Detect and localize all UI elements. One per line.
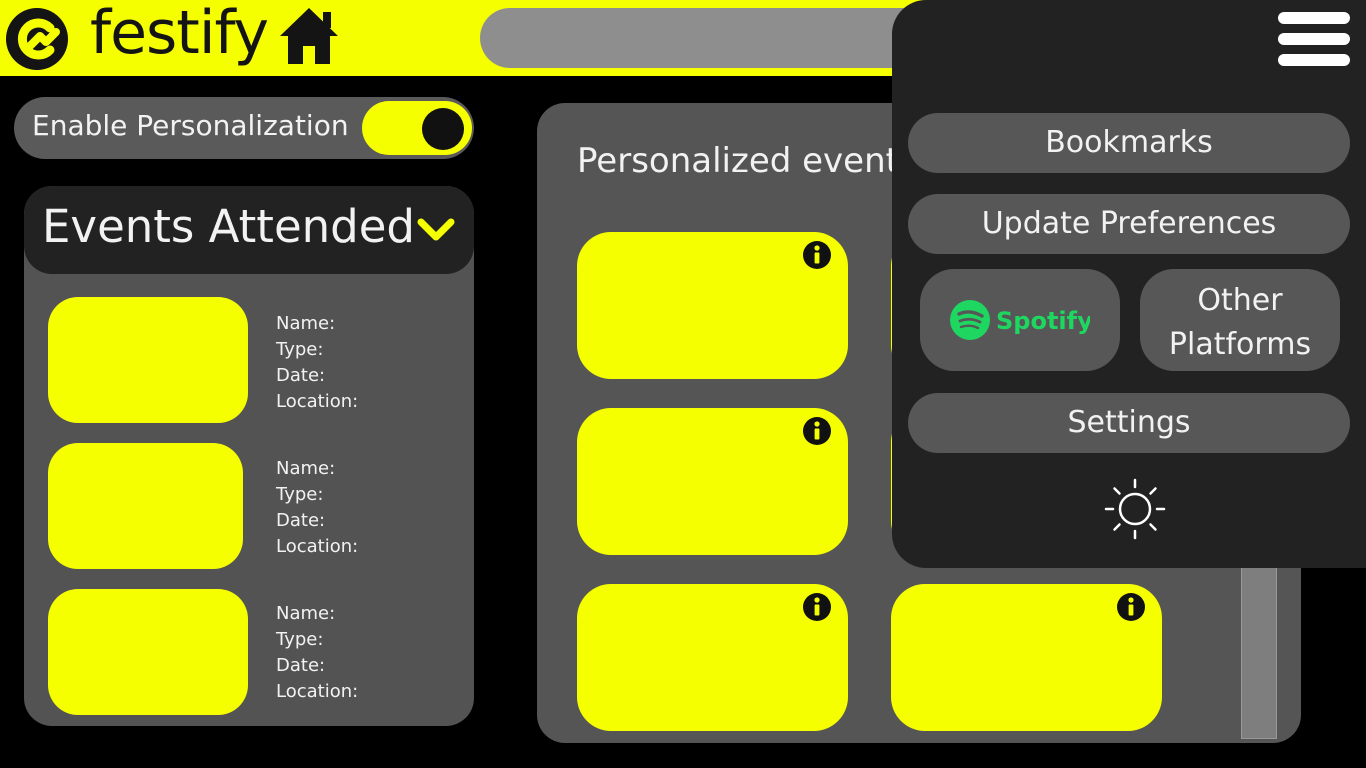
other-platforms-button[interactable]: Other Platforms — [1140, 269, 1340, 371]
dropdown-menu: Bookmarks Update Preferences Spotify Oth… — [892, 0, 1366, 568]
sun-icon[interactable] — [1104, 478, 1166, 540]
spotify-label: Spotify — [996, 307, 1090, 335]
chevron-down-icon[interactable] — [416, 216, 456, 244]
brand-name: festify — [90, 0, 269, 68]
other-platforms-label: Other Platforms — [1168, 283, 1312, 362]
events-attended-panel: Events Attended Name: Type: Date: Locati… — [24, 186, 474, 726]
info-icon[interactable] — [802, 240, 832, 270]
attended-event-image[interactable] — [48, 443, 243, 569]
scrollbar[interactable] — [1241, 563, 1277, 739]
spotify-button[interactable]: Spotify — [920, 269, 1120, 371]
home-icon[interactable] — [278, 6, 340, 66]
toggle-knob — [422, 108, 464, 150]
bookmarks-button[interactable]: Bookmarks — [908, 113, 1350, 173]
hamburger-icon[interactable] — [1278, 12, 1350, 68]
attended-event-details: Name: Type: Date: Location: — [276, 456, 358, 560]
event-card[interactable] — [577, 408, 848, 555]
festify-logo-icon[interactable] — [6, 8, 70, 70]
attended-event-details: Name: Type: Date: Location: — [276, 601, 358, 705]
spotify-logo-icon: Spotify — [950, 300, 1090, 340]
events-attended-title: Events Attended — [42, 200, 415, 253]
event-type-label: Type: — [276, 339, 324, 360]
info-icon[interactable] — [802, 416, 832, 446]
event-name-label: Name: — [276, 458, 336, 479]
personalized-events-title: Personalized events — [577, 141, 917, 181]
event-date-label: Date: — [276, 655, 326, 676]
event-type-label: Type: — [276, 484, 324, 505]
event-date-label: Date: — [276, 510, 326, 531]
events-attended-header[interactable]: Events Attended — [24, 186, 474, 274]
attended-event-details: Name: Type: Date: Location: — [276, 311, 358, 415]
info-icon[interactable] — [1116, 592, 1146, 622]
personalization-toggle[interactable] — [362, 101, 472, 155]
event-date-label: Date: — [276, 365, 326, 386]
personalization-control: Enable Personalization — [14, 97, 474, 159]
event-card[interactable] — [577, 584, 848, 731]
settings-button[interactable]: Settings — [908, 393, 1350, 453]
event-name-label: Name: — [276, 313, 336, 334]
attended-event-image[interactable] — [48, 589, 248, 715]
event-location-label: Location: — [276, 391, 359, 412]
personalization-label: Enable Personalization — [32, 109, 349, 142]
event-card[interactable] — [891, 584, 1162, 731]
event-card[interactable] — [577, 232, 848, 379]
info-icon[interactable] — [802, 592, 832, 622]
event-name-label: Name: — [276, 603, 336, 624]
event-location-label: Location: — [276, 536, 359, 557]
event-location-label: Location: — [276, 681, 359, 702]
attended-event-image[interactable] — [48, 297, 248, 423]
event-type-label: Type: — [276, 629, 324, 650]
update-preferences-button[interactable]: Update Preferences — [908, 194, 1350, 254]
